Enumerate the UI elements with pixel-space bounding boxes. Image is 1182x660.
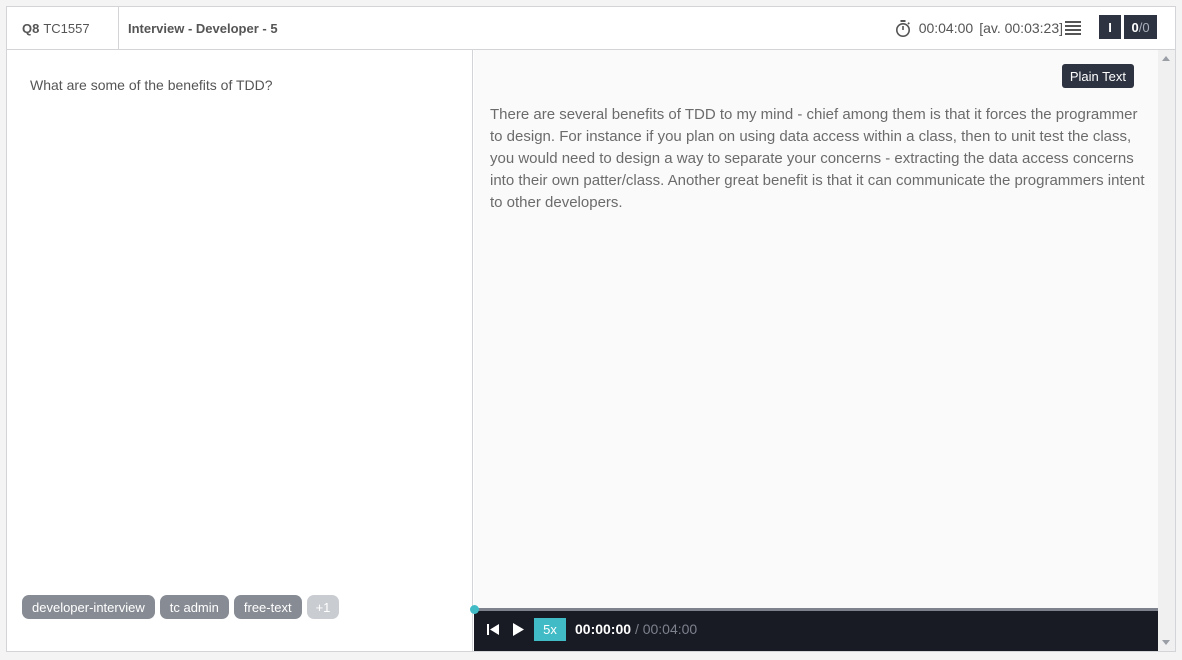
timer-value: 00:04:00 [918, 20, 974, 36]
skip-back-icon[interactable] [487, 623, 500, 636]
scroll-up-arrow-icon[interactable] [1162, 56, 1170, 61]
time-separator: / [634, 621, 639, 637]
average-time: [av. 00:03:23] [979, 20, 1063, 36]
question-number: Q8 [22, 20, 40, 36]
timer: 00:04:00 [av. 00:03:23] [895, 7, 1063, 49]
scrollbar[interactable] [1158, 50, 1175, 651]
answer-text: There are several benefits of TDD to my … [490, 106, 1145, 211]
page-title: Interview - Developer - 5 [128, 20, 278, 36]
question-text: What are some of the benefits of TDD? [30, 77, 273, 93]
count-current: 0 [1131, 19, 1139, 35]
tag-list: developer-interview tc admin free-text +… [22, 595, 344, 619]
app-frame: Q8 TC1557 Interview - Developer - 5 00:0… [6, 6, 1176, 652]
question-id: Q8 TC1557 [7, 7, 119, 49]
question-panel: What are some of the benefits of TDD? de… [7, 50, 473, 651]
playback-time: 00:00:00 / 00:04:00 [575, 621, 697, 637]
count-total: 0 [1142, 19, 1150, 35]
answer-panel: Plain Text There are several benefits of… [474, 50, 1158, 608]
progress-track[interactable] [474, 608, 1158, 611]
scrub-handle[interactable] [470, 605, 479, 614]
scroll-down-arrow-icon[interactable] [1162, 640, 1170, 645]
total-time: 00:04:00 [642, 621, 698, 637]
header-bar: Q8 TC1557 Interview - Developer - 5 00:0… [7, 7, 1175, 50]
tag[interactable]: tc admin [159, 595, 229, 619]
answered-count: 0/0 [1124, 15, 1157, 39]
current-time: 00:00:00 [575, 621, 632, 637]
media-player: 5x 00:00:00 / 00:04:00 [470, 605, 1158, 651]
question-code: TC1557 [43, 20, 90, 36]
indicator-button[interactable]: I [1099, 15, 1121, 39]
tag[interactable]: developer-interview [22, 595, 155, 619]
tag[interactable]: free-text [233, 595, 302, 619]
play-icon[interactable] [513, 623, 524, 636]
playback-speed-button[interactable]: 5x [534, 618, 566, 641]
plain-text-button[interactable]: Plain Text [1061, 64, 1134, 88]
question-counter: I 0/0 [1099, 15, 1157, 39]
more-tags-badge[interactable]: +1 [306, 595, 340, 619]
list-icon[interactable] [1064, 19, 1082, 37]
stopwatch-icon [895, 19, 910, 37]
